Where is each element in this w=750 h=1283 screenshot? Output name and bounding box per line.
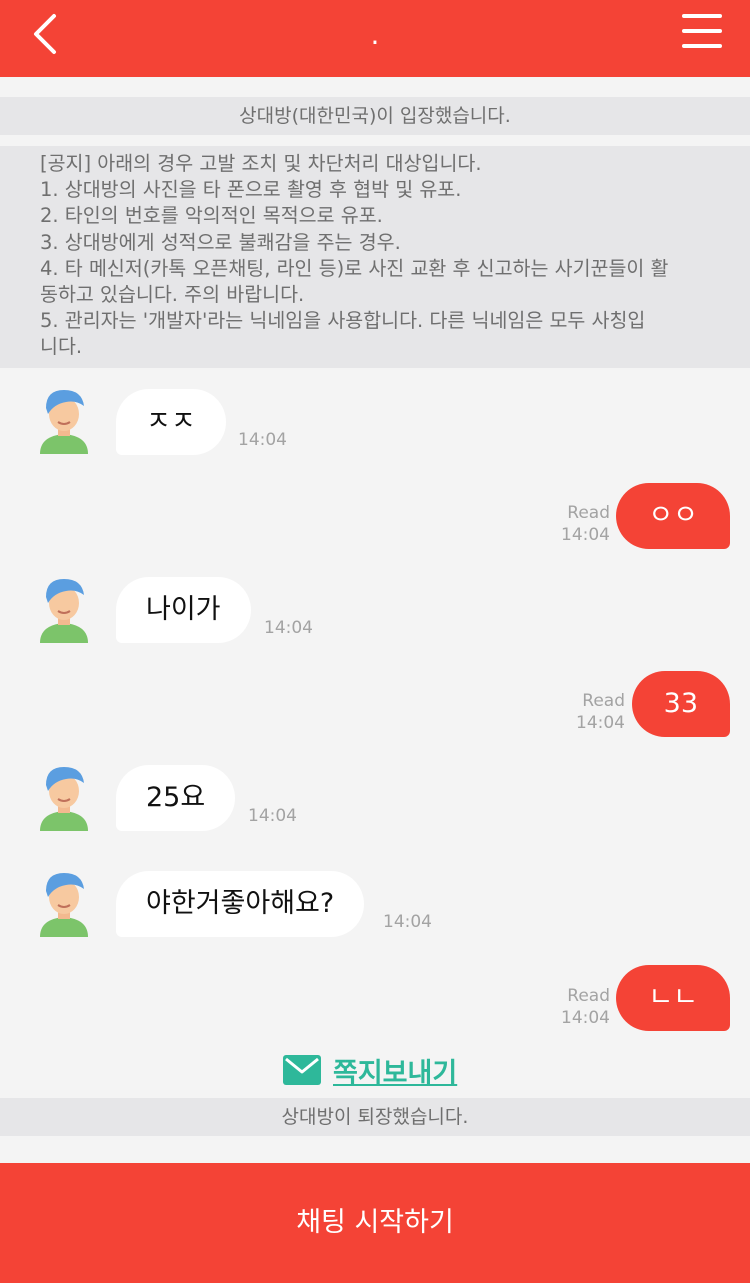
notice-line: 5. 관리자는 '개발자'라는 닉네임을 사용합니다. 다른 닉네임은 모두 사… [40, 309, 646, 333]
read-label: Read [582, 691, 625, 711]
menu-icon-bar [682, 44, 722, 48]
read-receipt: Read 14:04 [576, 690, 625, 734]
message-time: 14:04 [264, 618, 313, 638]
system-message-left: 상대방이 퇴장했습니다. [0, 1098, 750, 1136]
notice-line: 2. 타인의 번호를 악의적인 목적으로 유포. [40, 204, 383, 228]
message-bubble-outgoing[interactable]: 33 [631, 671, 730, 737]
notice-line: 니다. [40, 335, 83, 359]
start-chat-button[interactable]: 채팅 시작하기 [0, 1163, 750, 1283]
message-time: 14:04 [238, 430, 287, 450]
message-bubble-incoming[interactable]: 25요 [116, 765, 236, 831]
partner-avatar[interactable] [36, 763, 92, 831]
notice-line: [공지] 아래의 경우 고발 조치 및 차단처리 대상입니다. [40, 152, 482, 175]
message-time: 14:04 [383, 912, 432, 932]
menu-icon-bar [682, 29, 722, 33]
notice-line: 3. 상대방에게 성적으로 불쾌감을 주는 경우. [40, 230, 401, 254]
message-bubble-outgoing[interactable]: ㄴㄴ [616, 965, 730, 1031]
message-bubble-incoming[interactable]: ㅈㅈ [116, 389, 226, 455]
partner-avatar[interactable] [36, 575, 92, 643]
message-bubble-incoming[interactable]: 야한거좋아해요? [116, 871, 365, 937]
message-time: 14:04 [248, 806, 297, 826]
send-note-link[interactable]: 쪽지보내기 [283, 1050, 457, 1090]
partner-avatar[interactable] [36, 869, 92, 937]
page-title: . [370, 18, 380, 51]
message-bubble-incoming[interactable]: 나이가 [116, 577, 251, 643]
read-receipt: Read 14:04 [561, 985, 610, 1029]
envelope-icon [283, 1055, 321, 1085]
send-note-label: 쪽지보내기 [333, 1057, 458, 1089]
read-receipt: Read 14:04 [561, 502, 610, 546]
notice-box: [공지] 아래의 경우 고발 조치 및 차단처리 대상입니다. 1. 상대방의 … [0, 146, 750, 368]
notice-line: 1. 상대방의 사진을 타 폰으로 촬영 후 협박 및 유포. [40, 178, 462, 202]
notice-line: 4. 타 메신저(카톡 오픈채팅, 라인 등)로 사진 교환 후 신고하는 사기… [40, 256, 669, 280]
system-message-entered: 상대방(대한민국)이 입장했습니다. [0, 97, 750, 135]
menu-button[interactable] [682, 14, 722, 54]
menu-icon-bar [682, 14, 722, 18]
message-time: 14:04 [561, 525, 610, 545]
message-time: 14:04 [561, 1008, 610, 1028]
top-bar: . [0, 0, 750, 77]
message-time: 14:04 [576, 713, 625, 733]
notice-line: 동하고 있습니다. 주의 바랍니다. [40, 283, 305, 307]
read-label: Read [567, 986, 610, 1006]
partner-avatar[interactable] [36, 386, 92, 454]
message-bubble-outgoing[interactable]: ㅇㅇ [616, 483, 730, 549]
read-label: Read [567, 503, 610, 523]
